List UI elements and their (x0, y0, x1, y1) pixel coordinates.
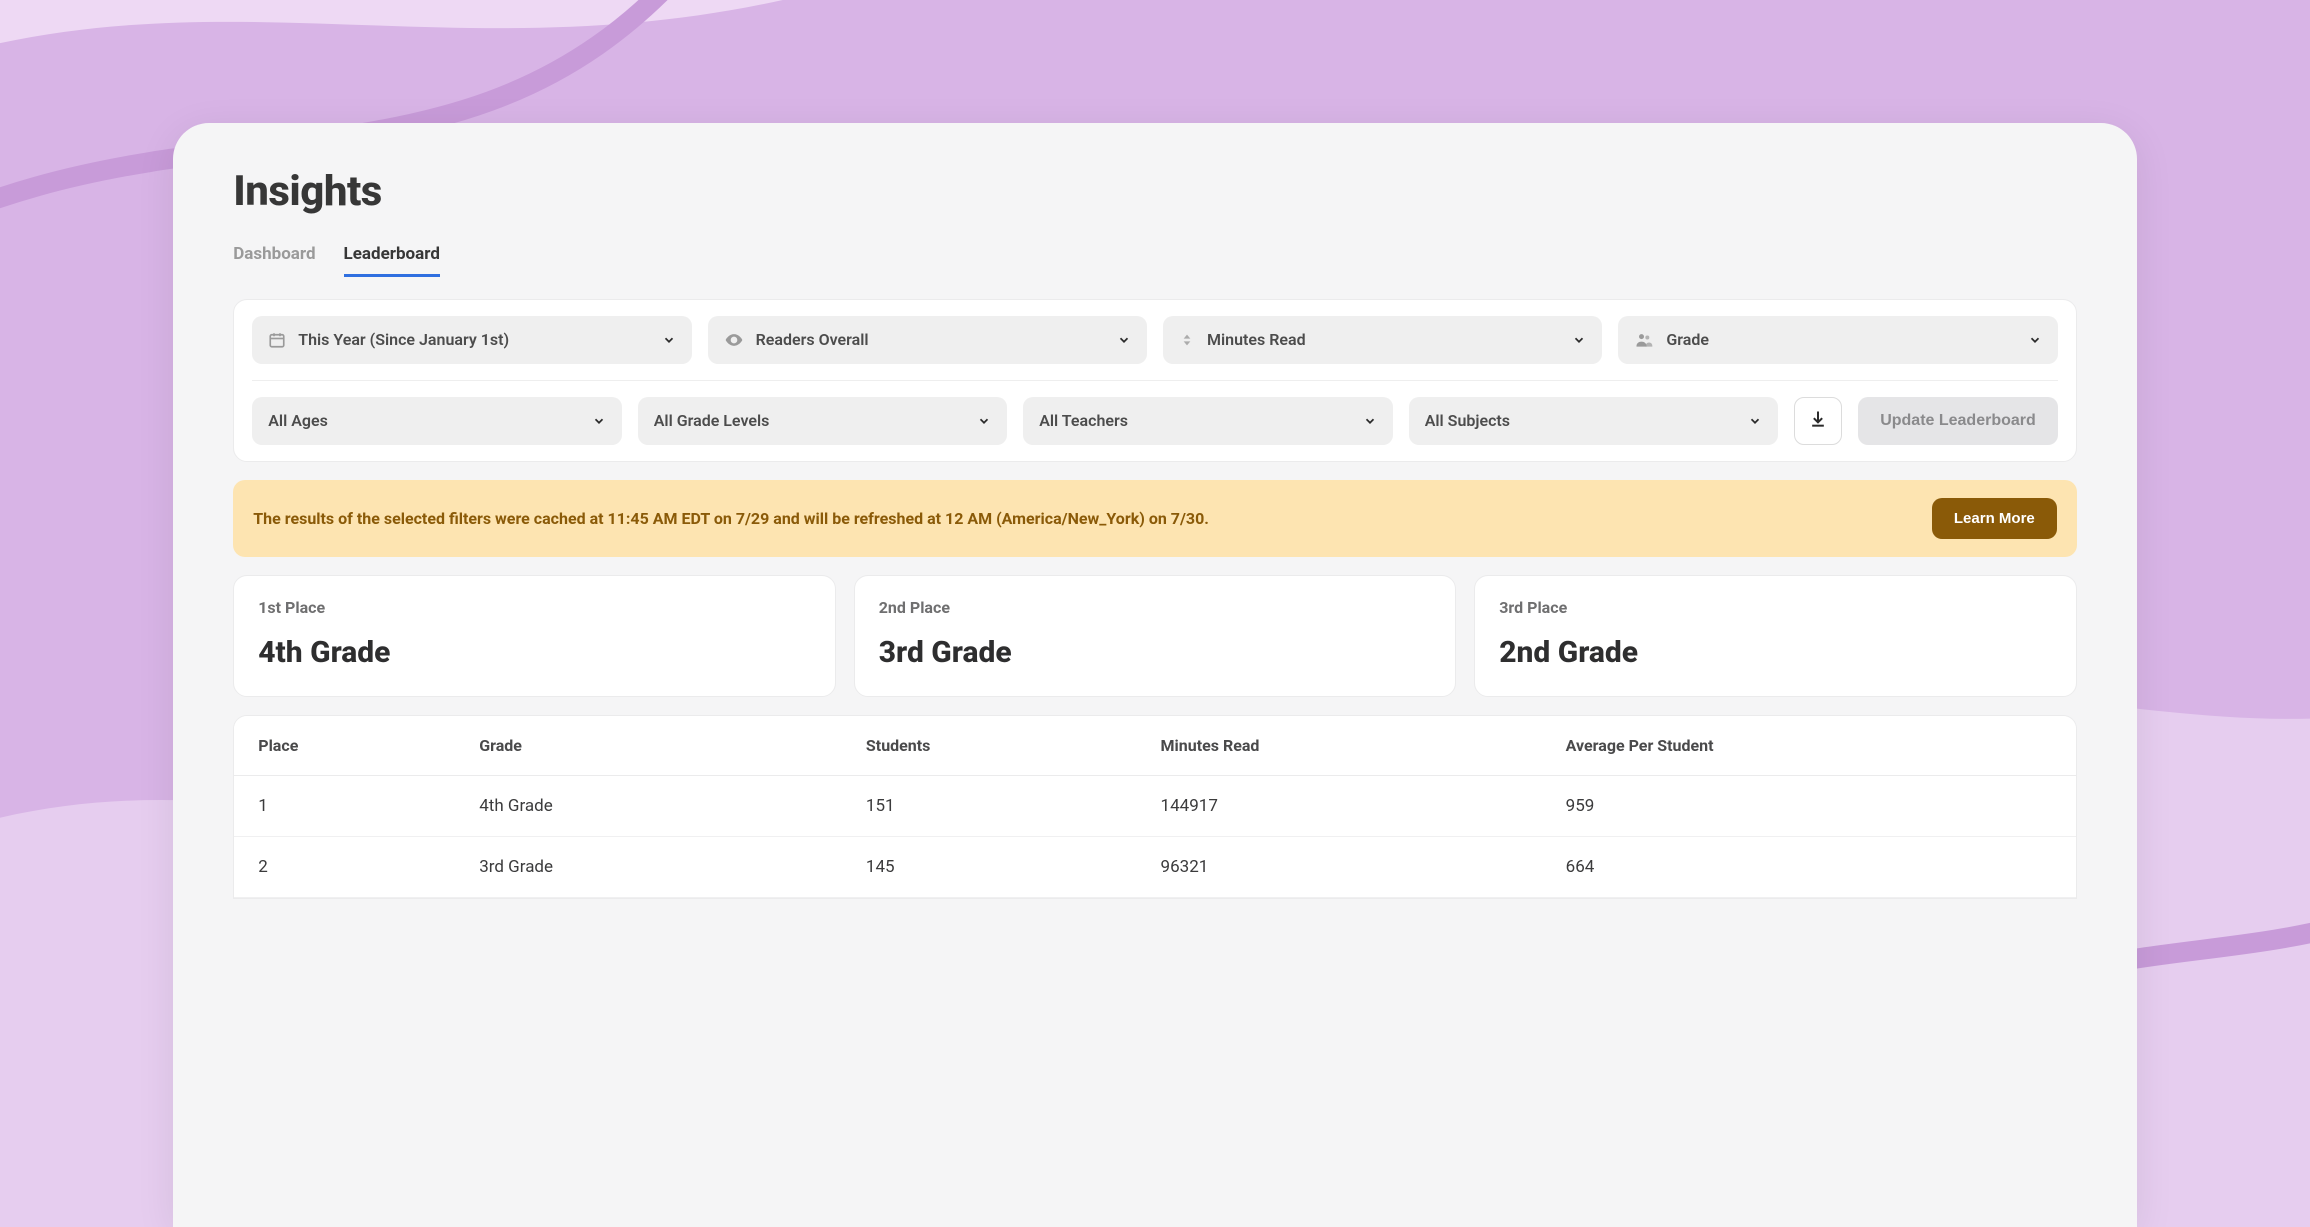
filter-ages-label: All Ages (268, 411, 579, 430)
filters-secondary-row: All Ages All Grade Levels All Teachers A… (252, 380, 2058, 445)
insights-card: Insights Dashboard Leaderboard This Year… (173, 123, 2137, 1227)
podium-label: 2nd Place (879, 598, 1432, 617)
cell-avg: 664 (1542, 836, 2076, 897)
chevron-down-icon (2028, 333, 2042, 347)
podium-value: 4th Grade (258, 635, 811, 670)
group-icon (1634, 330, 1654, 350)
col-grade: Grade (455, 716, 842, 776)
filter-period-label: This Year (Since January 1st) (298, 330, 649, 349)
chevron-down-icon (977, 414, 991, 428)
table-row: 2 3rd Grade 145 96321 664 (234, 836, 2076, 897)
cell-minutes-read: 144917 (1137, 775, 1542, 836)
filter-period[interactable]: This Year (Since January 1st) (252, 316, 691, 364)
col-avg: Average Per Student (1542, 716, 2076, 776)
leaderboard-table: Place Grade Students Minutes Read Averag… (233, 715, 2077, 899)
podium-label: 1st Place (258, 598, 811, 617)
cell-grade: 3rd Grade (455, 836, 842, 897)
cache-banner-text: The results of the selected filters were… (253, 509, 1912, 528)
filter-teachers[interactable]: All Teachers (1023, 397, 1392, 445)
filters-primary-row: This Year (Since January 1st) Readers Ov… (252, 316, 2058, 364)
tab-leaderboard[interactable]: Leaderboard (344, 244, 440, 277)
cache-banner: The results of the selected filters were… (233, 480, 2077, 557)
podium-card-1: 1st Place 4th Grade (233, 575, 836, 697)
podium-value: 3rd Grade (879, 635, 1432, 670)
col-students: Students (842, 716, 1137, 776)
filter-grade-levels-label: All Grade Levels (654, 411, 965, 430)
col-place: Place (234, 716, 455, 776)
cell-place: 2 (234, 836, 455, 897)
cell-avg: 959 (1542, 775, 2076, 836)
filters-panel: This Year (Since January 1st) Readers Ov… (233, 299, 2077, 462)
podium-card-3: 3rd Place 2nd Grade (1474, 575, 2077, 697)
podium-value: 2nd Grade (1499, 635, 2052, 670)
page-title: Insights (233, 167, 2077, 216)
podium: 1st Place 4th Grade 2nd Place 3rd Grade … (233, 575, 2077, 697)
filter-subjects[interactable]: All Subjects (1409, 397, 1778, 445)
filter-ages[interactable]: All Ages (252, 397, 621, 445)
sort-icon (1179, 332, 1195, 348)
filter-metric[interactable]: Minutes Read (1163, 316, 1602, 364)
podium-card-2: 2nd Place 3rd Grade (854, 575, 1457, 697)
filter-subjects-label: All Subjects (1425, 411, 1736, 430)
filter-metric-label: Minutes Read (1207, 330, 1560, 349)
chevron-down-icon (1748, 414, 1762, 428)
calendar-icon (268, 331, 286, 349)
tab-dashboard[interactable]: Dashboard (233, 244, 315, 277)
filter-groupby-label: Grade (1666, 330, 2015, 349)
cell-students: 151 (842, 775, 1137, 836)
filter-readers-label: Readers Overall (756, 330, 1105, 349)
podium-label: 3rd Place (1499, 598, 2052, 617)
learn-more-button[interactable]: Learn More (1932, 498, 2057, 539)
cell-grade: 4th Grade (455, 775, 842, 836)
chevron-down-icon (592, 414, 606, 428)
cell-place: 1 (234, 775, 455, 836)
chevron-down-icon (662, 333, 676, 347)
col-minutes-read: Minutes Read (1137, 716, 1542, 776)
eye-icon (724, 330, 744, 350)
filter-groupby[interactable]: Grade (1618, 316, 2057, 364)
table-header-row: Place Grade Students Minutes Read Averag… (234, 716, 2076, 776)
download-icon (1808, 409, 1828, 432)
cell-minutes-read: 96321 (1137, 836, 1542, 897)
filter-grade-levels[interactable]: All Grade Levels (638, 397, 1007, 445)
table-row: 1 4th Grade 151 144917 959 (234, 775, 2076, 836)
tabs: Dashboard Leaderboard (233, 244, 2077, 277)
filter-readers[interactable]: Readers Overall (708, 316, 1147, 364)
chevron-down-icon (1117, 333, 1131, 347)
chevron-down-icon (1363, 414, 1377, 428)
update-leaderboard-button[interactable]: Update Leaderboard (1858, 397, 2058, 445)
download-button[interactable] (1794, 397, 1842, 445)
chevron-down-icon (1572, 333, 1586, 347)
cell-students: 145 (842, 836, 1137, 897)
filter-teachers-label: All Teachers (1039, 411, 1350, 430)
